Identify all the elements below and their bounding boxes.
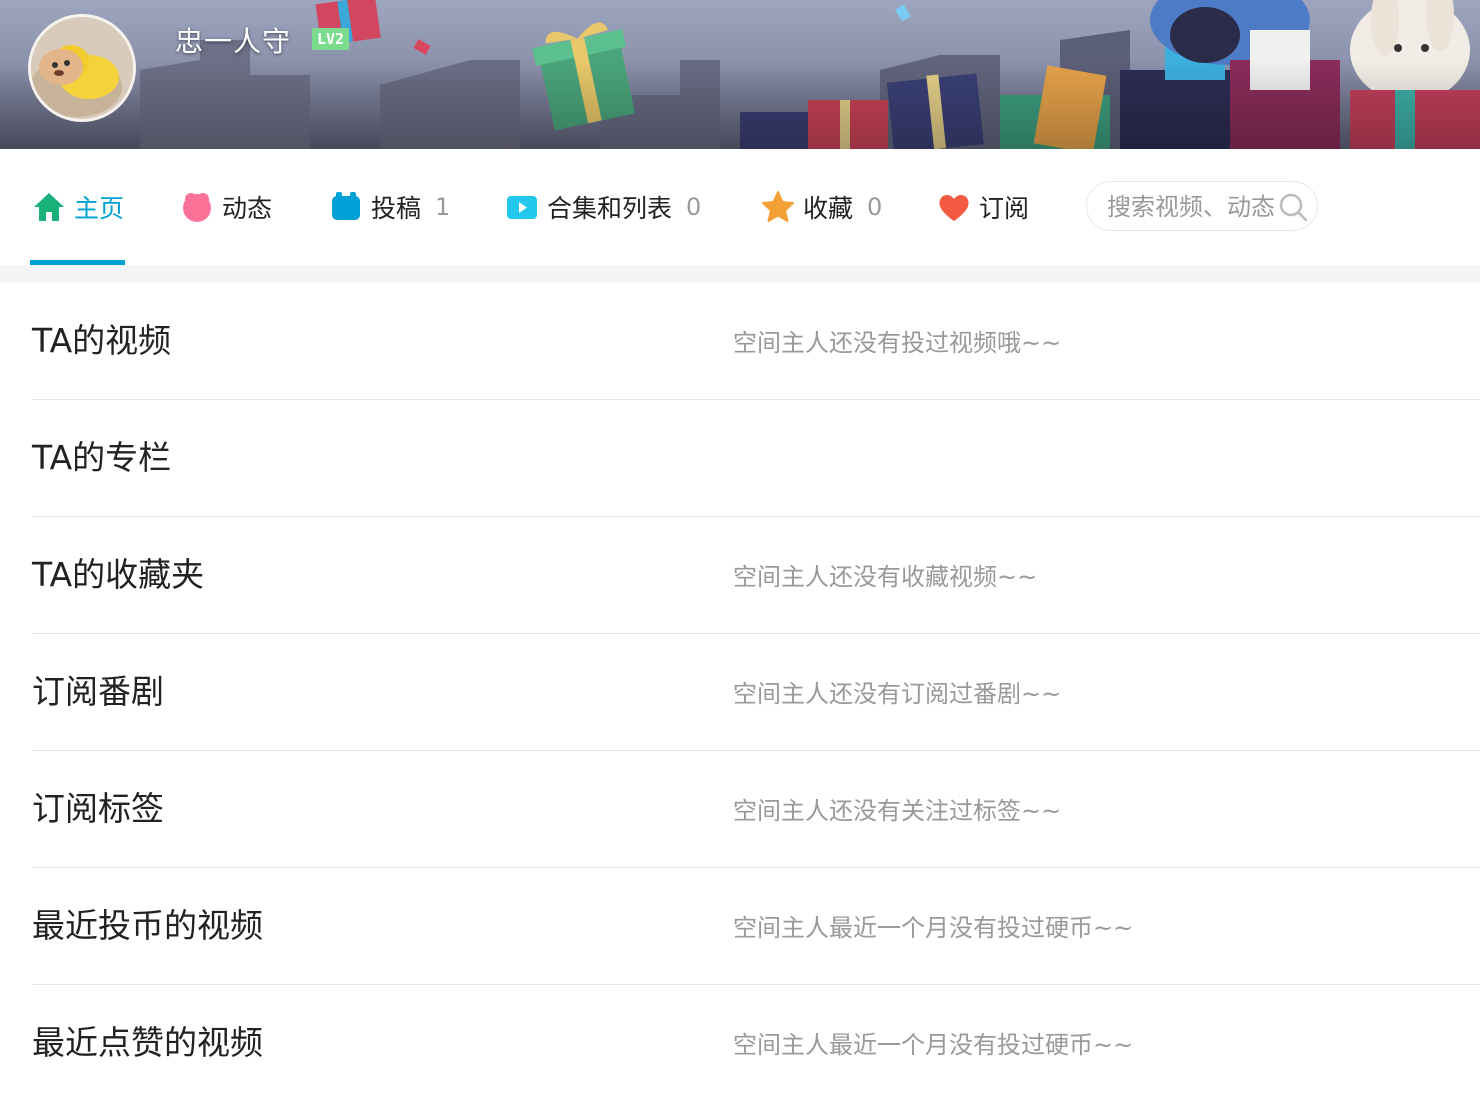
tab-favorites-count: 0 xyxy=(867,193,883,221)
avatar[interactable] xyxy=(28,14,136,122)
empty-state-text: 空间主人还没有订阅过番剧~~ xyxy=(733,680,1062,708)
section-title[interactable]: 最近投币的视频 xyxy=(32,868,263,984)
profile-sections: TA的视频 空间主人还没有投过视频哦~~ TA的专栏 TA的收藏夹 空间主人还没… xyxy=(0,283,1480,1101)
tab-favorites-label: 收藏 xyxy=(803,194,854,223)
section-title[interactable]: 最近点赞的视频 xyxy=(32,985,263,1101)
home-icon xyxy=(34,193,64,221)
empty-state-text: 空间主人最近一个月没有投过硬币~~ xyxy=(733,1031,1134,1059)
upload-icon xyxy=(332,192,360,220)
section-title[interactable]: 订阅标签 xyxy=(32,751,164,867)
search-icon[interactable] xyxy=(1277,191,1309,223)
section-bangumi: 订阅番剧 空间主人还没有订阅过番剧~~ xyxy=(32,634,1480,751)
tab-home[interactable]: 主页 xyxy=(32,149,124,265)
tab-subscriptions[interactable]: 订阅 xyxy=(937,149,1029,265)
tab-favorites[interactable]: 收藏 0 xyxy=(761,149,882,265)
tab-collections-count: 0 xyxy=(686,193,702,221)
tab-collections[interactable]: 合集和列表 0 xyxy=(505,149,701,265)
section-title[interactable]: 订阅番剧 xyxy=(32,634,164,750)
section-title[interactable]: TA的收藏夹 xyxy=(32,517,204,633)
empty-state-text: 空间主人还没有投过视频哦~~ xyxy=(733,329,1062,357)
section-favorites: TA的收藏夹 空间主人还没有收藏视频~~ xyxy=(32,517,1480,634)
section-likes: 最近点赞的视频 空间主人最近一个月没有投过硬币~~ xyxy=(32,985,1480,1101)
tab-upload[interactable]: 投稿 1 xyxy=(329,149,450,265)
section-tags: 订阅标签 空间主人还没有关注过标签~~ xyxy=(32,751,1480,868)
profile-nav: 主页 动态 投稿 1 合集和列表 0 收藏 0 订阅 搜索视频、动态 xyxy=(0,149,1480,265)
section-articles: TA的专栏 xyxy=(32,400,1480,517)
dynamic-icon xyxy=(183,193,211,222)
username: 忠一人守 xyxy=(175,25,292,58)
nav-divider xyxy=(0,265,1480,283)
section-title[interactable]: TA的专栏 xyxy=(32,400,171,516)
space-search[interactable] xyxy=(1086,181,1318,231)
level-badge: LV2 xyxy=(312,28,350,50)
tab-dynamic-label: 动态 xyxy=(222,194,273,223)
tab-subscriptions-label: 订阅 xyxy=(979,194,1030,223)
tab-upload-count: 1 xyxy=(435,193,451,221)
search-input[interactable] xyxy=(1105,190,1277,224)
profile-banner: 忠一人守 LV2 xyxy=(0,0,1480,149)
collection-icon xyxy=(507,196,537,219)
section-coins: 最近投币的视频 空间主人最近一个月没有投过硬币~~ xyxy=(32,868,1480,985)
tab-upload-label: 投稿 xyxy=(371,194,422,223)
tab-dynamic[interactable]: 动态 xyxy=(180,149,272,265)
favorite-star-icon xyxy=(762,191,794,222)
section-title[interactable]: TA的视频 xyxy=(32,283,171,399)
tab-home-label: 主页 xyxy=(74,194,125,223)
section-videos: TA的视频 空间主人还没有投过视频哦~~ xyxy=(32,283,1480,400)
empty-state-text: 空间主人最近一个月没有投过硬币~~ xyxy=(733,914,1134,942)
subscribe-heart-icon xyxy=(939,194,969,221)
empty-state-text: 空间主人还没有收藏视频~~ xyxy=(733,563,1038,591)
tab-collections-label: 合集和列表 xyxy=(547,194,673,223)
avatar-photo xyxy=(31,17,133,119)
empty-state-text: 空间主人还没有关注过标签~~ xyxy=(733,797,1062,825)
